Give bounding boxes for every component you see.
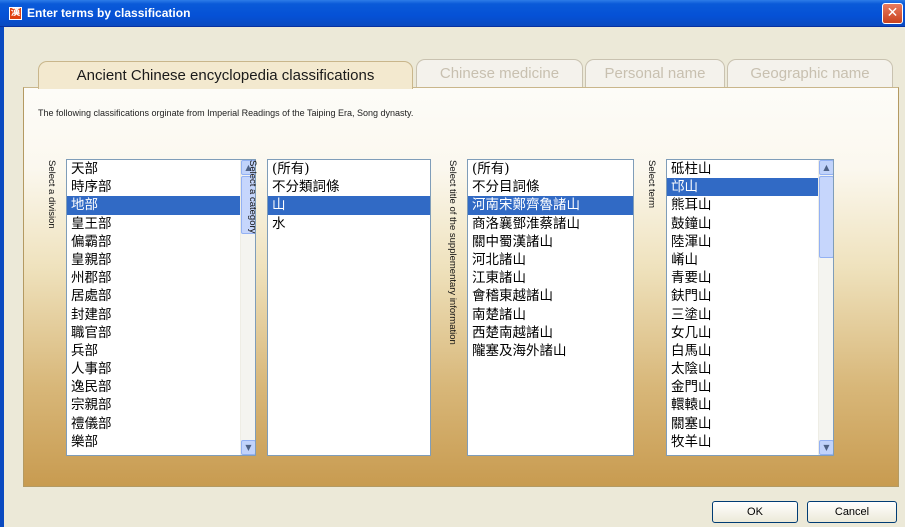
list-item[interactable]: 山: [268, 196, 430, 215]
list-item[interactable]: 逸民部: [67, 378, 255, 396]
list-item[interactable]: 西楚南越諸山: [468, 324, 633, 342]
division-listbox[interactable]: 天部 時序部 地部 皇王部 偏霸部 皇親部 州郡部 居處部 封建部 職官部 兵部 人事部 逸民部 宗親部禮…: [66, 159, 256, 456]
list-item[interactable]: 商洛襄鄧淮蔡諸山: [468, 215, 633, 233]
list-item[interactable]: 會稽東越諸山: [468, 287, 633, 305]
list-item[interactable]: 河北諸山: [468, 251, 633, 269]
category-label: Select a category: [247, 160, 258, 234]
cancel-button[interactable]: Cancel: [807, 501, 897, 523]
list-item[interactable]: 南楚諸山: [468, 306, 633, 324]
list-item[interactable]: 三塗山: [667, 306, 833, 324]
term-list: 砥柱山 邙山 熊耳山 鼓鐘山 陸渾山 崤山 青要山 鈇門山 三塗山 女几山 白馬山 太陰山 金門山 轘轅山…: [667, 160, 833, 451]
list-item[interactable]: 皇王部: [67, 215, 255, 233]
list-item[interactable]: 關塞山: [667, 415, 833, 433]
list-item[interactable]: 太陰山: [667, 360, 833, 378]
list-item[interactable]: (所有): [468, 160, 633, 178]
category-listbox[interactable]: (所有) 不分類詞條山水: [267, 159, 431, 456]
list-item[interactable]: 水: [268, 215, 430, 233]
list-item[interactable]: 樂部: [67, 433, 255, 451]
list-item[interactable]: 砥柱山: [667, 160, 833, 178]
scroll-down-icon[interactable]: ▼: [241, 440, 255, 455]
title-bar: 漢 Enter terms by classification ✕: [0, 0, 905, 27]
window-title: Enter terms by classification: [27, 6, 191, 20]
list-item[interactable]: 女几山: [667, 324, 833, 342]
list-item[interactable]: (所有): [268, 160, 430, 178]
division-label: Select a division: [46, 160, 57, 229]
list-item[interactable]: 青要山: [667, 269, 833, 287]
supplementary-label: Select title of the supplementary inform…: [447, 160, 458, 345]
list-item[interactable]: 熊耳山: [667, 196, 833, 214]
tab-chinese-medicine[interactable]: Chinese medicine: [416, 59, 583, 87]
intro-text: The following classifications orginate f…: [38, 108, 414, 118]
ok-button[interactable]: OK: [712, 501, 798, 523]
list-item[interactable]: 邙山: [667, 178, 833, 197]
term-scrollbar[interactable]: ▲ ▼: [818, 160, 833, 455]
list-item[interactable]: 隴塞及海外諸山: [468, 342, 633, 360]
list-item[interactable]: 不分類詞條: [268, 178, 430, 196]
list-item[interactable]: 崤山: [667, 251, 833, 269]
list-item[interactable]: 皇親部: [67, 251, 255, 269]
tab-ancient-chinese-encyclopedia[interactable]: Ancient Chinese encyclopedia classificat…: [38, 61, 413, 89]
list-item[interactable]: 江東諸山: [468, 269, 633, 287]
list-item[interactable]: 封建部: [67, 306, 255, 324]
list-item[interactable]: 不分目詞條: [468, 178, 633, 196]
scroll-thumb[interactable]: [819, 176, 833, 258]
list-item[interactable]: 禮儀部: [67, 415, 255, 433]
division-list: 天部 時序部 地部 皇王部 偏霸部 皇親部 州郡部 居處部 封建部 職官部 兵部 人事部 逸民部 宗親部禮…: [67, 160, 255, 451]
list-item[interactable]: 偏霸部: [67, 233, 255, 251]
list-item[interactable]: 牧羊山: [667, 433, 833, 451]
list-item[interactable]: 宗親部: [67, 396, 255, 414]
list-item[interactable]: 鈇門山: [667, 287, 833, 305]
list-item[interactable]: 陸渾山: [667, 233, 833, 251]
list-item[interactable]: 州郡部: [67, 269, 255, 287]
app-icon: 漢: [9, 7, 22, 20]
tab-geographic-name[interactable]: Geographic name: [727, 59, 893, 87]
list-item[interactable]: 轘轅山: [667, 396, 833, 414]
list-item[interactable]: 河南宋鄭齊魯諸山: [468, 196, 633, 215]
list-item[interactable]: 人事部: [67, 360, 255, 378]
category-list: (所有) 不分類詞條山水: [268, 160, 430, 233]
supplementary-list: (所有) 不分目詞條 河南宋鄭齊魯諸山 商洛襄鄧淮蔡諸山 關中蜀漢諸山 河北諸山 江東諸山會…: [468, 160, 633, 360]
scroll-up-icon[interactable]: ▲: [819, 160, 833, 175]
scroll-down-icon[interactable]: ▼: [819, 440, 833, 455]
list-item[interactable]: 居處部: [67, 287, 255, 305]
tab-personal-name[interactable]: Personal name: [585, 59, 725, 87]
list-item[interactable]: 兵部: [67, 342, 255, 360]
close-button[interactable]: ✕: [882, 3, 903, 24]
list-item[interactable]: 職官部: [67, 324, 255, 342]
list-item[interactable]: 地部: [67, 196, 255, 215]
tab-panel: The following classifications orginate f…: [23, 87, 899, 487]
list-item[interactable]: 時序部: [67, 178, 255, 196]
list-item[interactable]: 鼓鐘山: [667, 215, 833, 233]
list-item[interactable]: 金門山: [667, 378, 833, 396]
list-item[interactable]: 關中蜀漢諸山: [468, 233, 633, 251]
term-label: Select term: [646, 160, 657, 209]
list-item[interactable]: 天部: [67, 160, 255, 178]
supplementary-listbox[interactable]: (所有) 不分目詞條 河南宋鄭齊魯諸山 商洛襄鄧淮蔡諸山 關中蜀漢諸山 河北諸山 江東諸山會…: [467, 159, 634, 456]
term-listbox[interactable]: 砥柱山 邙山 熊耳山 鼓鐘山 陸渾山 崤山 青要山 鈇門山 三塗山 女几山 白馬山 太陰山 金門山 轘轅山…: [666, 159, 834, 456]
list-item[interactable]: 白馬山: [667, 342, 833, 360]
